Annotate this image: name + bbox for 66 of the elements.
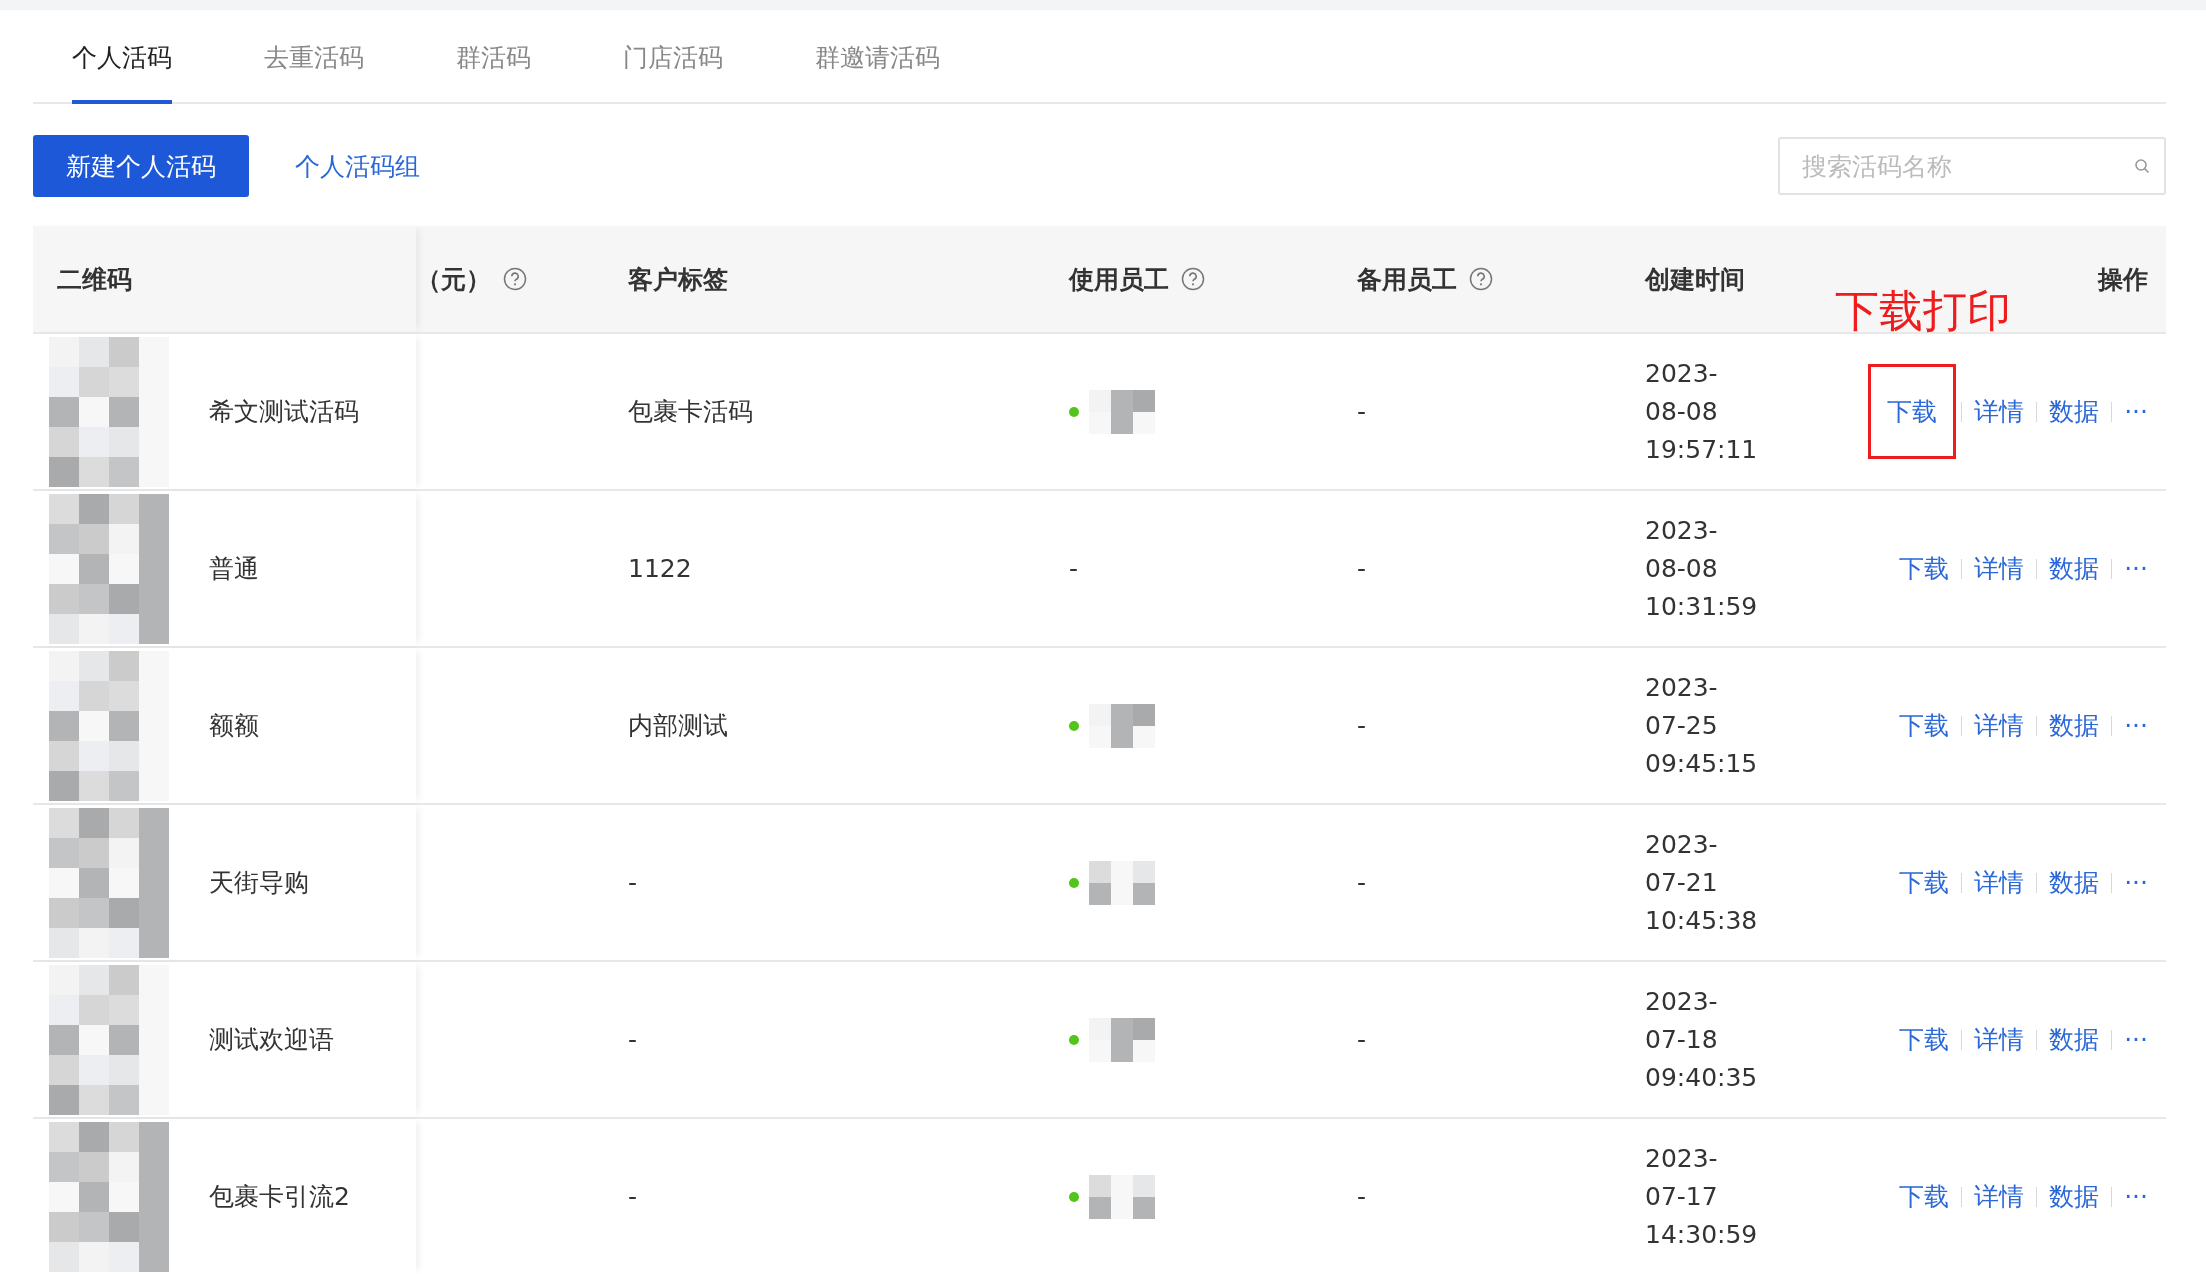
table-cell: 1122 bbox=[628, 554, 692, 583]
created-time: 2023- 07-21 10:45:38 bbox=[1645, 828, 1758, 937]
search-field[interactable]: 搜索活码名称 bbox=[1778, 137, 2166, 195]
column-header: 二维码 bbox=[57, 263, 132, 296]
group-link[interactable]: 个人活码组 bbox=[295, 149, 420, 183]
table-cell: - bbox=[628, 868, 638, 897]
tab[interactable]: 去重活码 bbox=[264, 10, 364, 104]
action-link[interactable]: 下载 bbox=[1899, 552, 1950, 585]
action-link[interactable]: 下载 bbox=[1899, 709, 1950, 742]
action-link[interactable]: 数据 bbox=[2049, 1023, 2100, 1056]
tab[interactable]: 门店活码 bbox=[623, 10, 723, 104]
action-link[interactable]: 数据 bbox=[2049, 552, 2100, 585]
action-link[interactable]: ··· bbox=[2124, 868, 2148, 897]
code-name: 希文测试活码 bbox=[209, 396, 359, 428]
column-header: 备用员工 bbox=[1357, 263, 1457, 296]
created-time: 2023- 08-08 19:57:11 bbox=[1645, 357, 1758, 466]
created-time: 2023- 07-25 09:45:15 bbox=[1645, 671, 1758, 780]
action-link[interactable]: ··· bbox=[2124, 397, 2148, 426]
table-cell: - bbox=[628, 1182, 638, 1211]
column-header: 客户标签 bbox=[628, 263, 728, 296]
table-cell: - bbox=[1357, 1182, 1367, 1211]
code-name: 包裹卡引流2 bbox=[209, 1181, 350, 1213]
action-link[interactable]: 数据 bbox=[2049, 866, 2100, 899]
column-header: 操作 bbox=[2098, 263, 2148, 296]
table-cell-text: 包裹卡活码 bbox=[628, 396, 753, 428]
column-header: （元） bbox=[416, 263, 491, 296]
action-link[interactable]: 详情 bbox=[1974, 866, 2025, 899]
tab[interactable]: 群活码 bbox=[456, 10, 531, 104]
action-link[interactable]: ··· bbox=[2124, 1182, 2148, 1211]
table-cell: - bbox=[1357, 1025, 1367, 1054]
code-name: 普通 bbox=[209, 553, 259, 585]
table-cell: - bbox=[1069, 554, 1079, 583]
column-header: 创建时间 bbox=[1645, 263, 1745, 296]
action-link[interactable]: 下载 bbox=[1871, 367, 1954, 456]
created-time: 2023- 07-18 09:40:35 bbox=[1645, 985, 1758, 1094]
action-link[interactable]: 详情 bbox=[1974, 552, 2025, 585]
table-cell: - bbox=[1357, 554, 1367, 583]
code-name: 额额 bbox=[209, 710, 259, 742]
created-time: 2023- 08-08 10:31:59 bbox=[1645, 514, 1758, 623]
action-link[interactable]: 下载 bbox=[1899, 1023, 1950, 1056]
action-link[interactable]: 数据 bbox=[2049, 709, 2100, 742]
created-time: 2023- 07-17 14:30:59 bbox=[1645, 1142, 1758, 1251]
search-icon bbox=[2134, 158, 2150, 174]
action-link[interactable]: 数据 bbox=[2049, 395, 2100, 428]
table-cell: - bbox=[628, 1025, 638, 1054]
table-cell: - bbox=[1357, 711, 1367, 740]
column-header: 使用员工 bbox=[1069, 263, 1169, 296]
annotation-label: 下载打印 bbox=[1835, 284, 2011, 338]
action-link[interactable]: 下载 bbox=[1899, 1180, 1950, 1213]
action-link[interactable]: 详情 bbox=[1974, 395, 2025, 428]
code-name: 天街导购 bbox=[209, 867, 309, 899]
action-link[interactable]: ··· bbox=[2124, 1025, 2148, 1054]
action-link[interactable]: 详情 bbox=[1974, 1180, 2025, 1213]
code-name: 测试欢迎语 bbox=[209, 1024, 334, 1056]
tab[interactable]: 群邀请活码 bbox=[815, 10, 940, 104]
table-cell: - bbox=[1357, 397, 1367, 426]
action-link[interactable]: ··· bbox=[2124, 711, 2148, 740]
action-link[interactable]: 数据 bbox=[2049, 1180, 2100, 1213]
tab[interactable]: 个人活码 bbox=[72, 10, 172, 104]
action-link[interactable]: 详情 bbox=[1974, 709, 2025, 742]
action-link[interactable]: ··· bbox=[2124, 554, 2148, 583]
action-link[interactable]: 详情 bbox=[1974, 1023, 2025, 1056]
create-button[interactable]: 新建个人活码 bbox=[33, 135, 249, 197]
action-link[interactable]: 下载 bbox=[1899, 866, 1950, 899]
table-cell-text: 内部测试 bbox=[628, 710, 728, 742]
table-cell: - bbox=[1357, 868, 1367, 897]
